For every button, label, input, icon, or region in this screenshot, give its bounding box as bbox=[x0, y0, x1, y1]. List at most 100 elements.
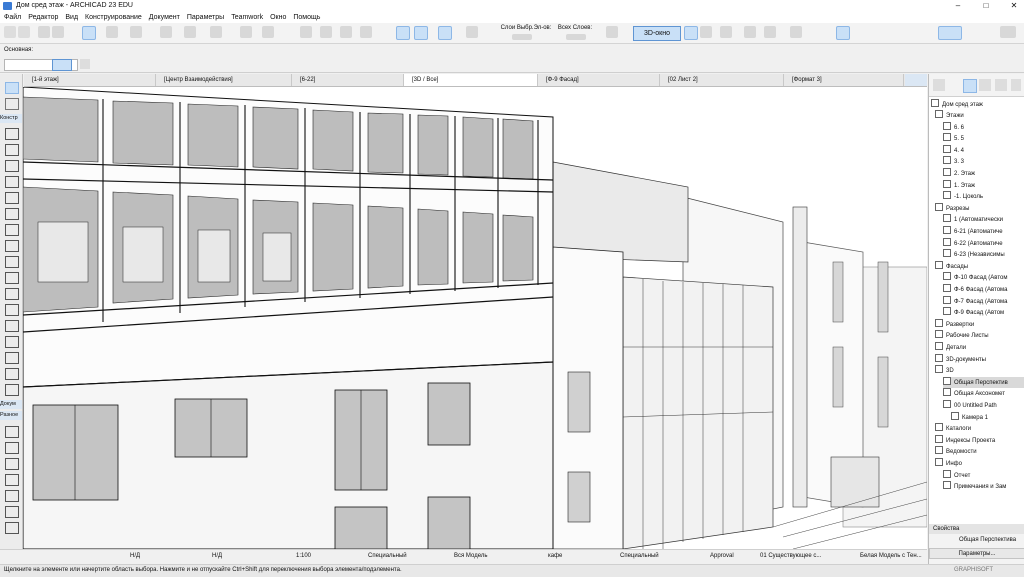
project-map-icon[interactable] bbox=[963, 79, 977, 93]
organizer-icon[interactable] bbox=[933, 79, 945, 91]
tree-item[interactable]: 3D bbox=[935, 365, 954, 376]
tree-item[interactable]: Этажи bbox=[935, 110, 964, 121]
spline-tool-icon[interactable] bbox=[5, 490, 19, 502]
view-map-icon[interactable] bbox=[979, 79, 991, 91]
tree-item[interactable]: 6-23 (Независимы bbox=[943, 249, 1005, 260]
favorites-icon[interactable] bbox=[606, 26, 618, 38]
door-tool-icon[interactable] bbox=[5, 192, 19, 204]
tab-1[interactable]: [Центр Взаимодействия] bbox=[156, 74, 292, 86]
zoom-value-2[interactable]: Н/Д bbox=[212, 553, 222, 559]
tree-item[interactable]: Общая Перспектив bbox=[943, 376, 1024, 388]
select-box-icon[interactable] bbox=[210, 26, 222, 38]
curtain-wall-tool-icon[interactable] bbox=[5, 288, 19, 300]
layer-combo-select[interactable]: Специальный bbox=[368, 553, 407, 559]
tree-item[interactable]: 4. 4 bbox=[943, 144, 964, 156]
properties-header[interactable]: Свойства bbox=[929, 524, 1024, 534]
arrow-select-icon[interactable] bbox=[82, 26, 96, 40]
minimize-button[interactable]: – bbox=[944, 0, 972, 12]
tree-item[interactable]: -1. Цоколь bbox=[943, 191, 983, 202]
railing-tool-icon[interactable] bbox=[5, 224, 19, 236]
all-layers-icon[interactable] bbox=[566, 34, 586, 40]
pick-icon[interactable] bbox=[38, 26, 50, 38]
zoom-value-1[interactable]: Н/Д bbox=[130, 553, 140, 559]
menu-item-1[interactable]: Редактор bbox=[28, 12, 58, 23]
grid-tool-icon[interactable] bbox=[5, 426, 19, 438]
move-icon[interactable] bbox=[300, 26, 312, 38]
group-icon[interactable] bbox=[262, 26, 274, 38]
roof-tool-icon[interactable] bbox=[5, 240, 19, 252]
menu-item-2[interactable]: Вид bbox=[65, 12, 78, 23]
column-tool-icon[interactable] bbox=[5, 144, 19, 156]
menu-item-5[interactable]: Параметры bbox=[187, 12, 224, 23]
tree-item[interactable]: Инфо bbox=[935, 458, 962, 469]
guide-icon[interactable] bbox=[130, 26, 142, 38]
mirror-icon[interactable] bbox=[340, 26, 352, 38]
misc-group[interactable]: Разное bbox=[0, 411, 22, 420]
tree-item[interactable]: Фасады bbox=[935, 260, 968, 272]
tree-item[interactable]: Детали bbox=[935, 342, 966, 353]
tree-item[interactable]: Примечания и Зам bbox=[943, 481, 1006, 492]
3d-viewport[interactable] bbox=[23, 87, 927, 549]
menu-item-0[interactable]: Файл bbox=[4, 12, 21, 23]
render-mode-icon[interactable] bbox=[438, 26, 452, 40]
arc-tool-icon[interactable] bbox=[5, 506, 19, 518]
stair-tool-icon[interactable] bbox=[5, 208, 19, 220]
model-view-select[interactable]: Вся Модель bbox=[454, 553, 487, 559]
tree-item[interactable]: 3. 3 bbox=[943, 156, 964, 167]
tree-item[interactable]: 1 (Автоматически bbox=[943, 214, 1003, 225]
maximize-button[interactable]: □ bbox=[972, 0, 1000, 12]
tree-item[interactable]: Разрезы bbox=[935, 202, 969, 214]
lock-icon[interactable] bbox=[240, 26, 252, 38]
tab-4[interactable]: [Ф-9 Фасад] bbox=[538, 74, 660, 86]
marquee-tool-icon[interactable] bbox=[5, 98, 19, 110]
menu-item-7[interactable]: Окно bbox=[270, 12, 286, 23]
tab-0[interactable]: [1-й этаж] bbox=[24, 74, 156, 86]
rotate-icon[interactable] bbox=[320, 26, 332, 38]
tree-item[interactable]: Ф-10 Фасад (Автом bbox=[943, 272, 1008, 283]
menu-item-3[interactable]: Конструирование bbox=[85, 12, 142, 23]
inject-icon[interactable] bbox=[52, 26, 64, 38]
trace-icon[interactable] bbox=[396, 26, 410, 40]
shading-icon[interactable] bbox=[836, 26, 850, 40]
cut-plane-icon[interactable] bbox=[790, 26, 802, 38]
walk-icon[interactable] bbox=[744, 26, 756, 38]
structural-filter-select[interactable]: 01 Существующее с... bbox=[760, 553, 821, 559]
layer-visibility-icon[interactable] bbox=[512, 34, 532, 40]
tab-menu-icon[interactable] bbox=[905, 74, 927, 86]
tree-item[interactable]: Камера 1 bbox=[951, 411, 988, 423]
skylight-tool-icon[interactable] bbox=[5, 272, 19, 284]
tree-item[interactable]: 6-21 (Автоматиче bbox=[943, 226, 1003, 237]
3d-perspective-icon[interactable] bbox=[684, 26, 698, 40]
fill-tool-icon[interactable] bbox=[5, 522, 19, 534]
window-tool-icon[interactable] bbox=[5, 176, 19, 188]
renovation-filter-select[interactable]: Approval bbox=[710, 553, 734, 559]
tree-item[interactable]: Ф-7 Фасад (Автома bbox=[943, 295, 1008, 307]
redo-icon[interactable] bbox=[18, 26, 30, 38]
tree-item[interactable]: 1. Этаж bbox=[943, 179, 975, 191]
pen-set-select[interactable]: кафе bbox=[548, 553, 562, 559]
camera-icon[interactable] bbox=[1000, 26, 1016, 38]
undo-icon[interactable] bbox=[4, 26, 16, 38]
view-3d-button[interactable]: 3D-окно bbox=[633, 26, 681, 41]
elevate-icon[interactable] bbox=[360, 26, 372, 38]
3d-style-icon[interactable] bbox=[938, 26, 962, 40]
tree-item[interactable]: Общая Аксономет bbox=[943, 388, 1005, 399]
menu-item-8[interactable]: Помощь bbox=[293, 12, 320, 23]
parameters-button[interactable]: Параметры... bbox=[929, 548, 1024, 559]
tree-item[interactable]: Каталоги bbox=[935, 423, 971, 434]
show-icon[interactable] bbox=[414, 26, 428, 40]
arrow-tool-icon[interactable] bbox=[5, 82, 19, 94]
tab-3[interactable]: [3D / Все] bbox=[404, 74, 538, 86]
tree-item[interactable]: 3D-документы bbox=[935, 353, 986, 365]
snap-icon[interactable] bbox=[106, 26, 118, 38]
close-button[interactable]: ✕ bbox=[1000, 0, 1024, 12]
polyline-tool-icon[interactable] bbox=[5, 474, 19, 486]
object-tool-icon[interactable] bbox=[5, 320, 19, 332]
tree-item[interactable]: Индексы Проекта bbox=[935, 434, 995, 446]
section-icon[interactable] bbox=[466, 26, 478, 38]
beam-tool-icon[interactable] bbox=[5, 160, 19, 172]
zone-tool-icon[interactable] bbox=[5, 336, 19, 348]
dimension-select[interactable]: Специальный bbox=[620, 553, 659, 559]
tree-item[interactable]: 6-22 (Автоматиче bbox=[943, 237, 1003, 249]
tree-item[interactable]: 2. Этаж bbox=[943, 168, 975, 179]
